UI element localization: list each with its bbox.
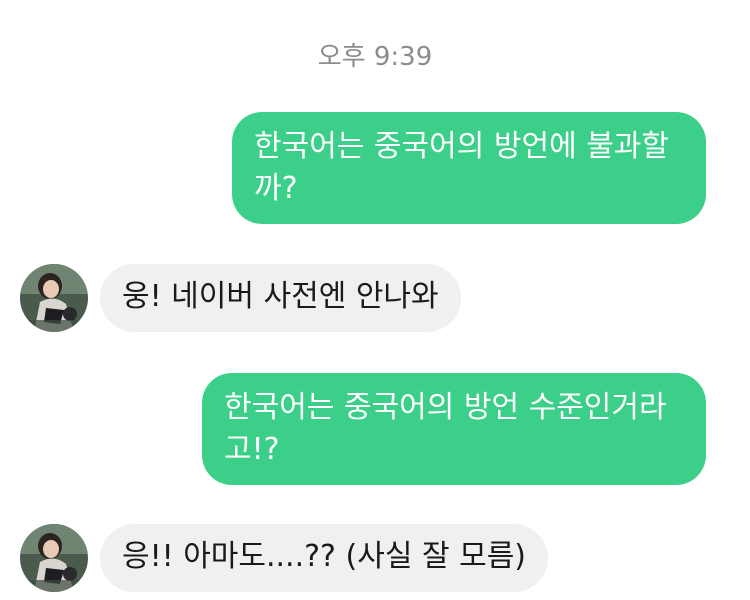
profile-photo-icon	[20, 264, 88, 332]
avatar[interactable]	[20, 524, 88, 592]
profile-photo-icon	[20, 524, 88, 592]
avatar[interactable]	[20, 264, 88, 332]
incoming-message-bubble[interactable]: 응!! 아마도....?? (사실 잘 모름)	[100, 524, 548, 592]
incoming-message-bubble[interactable]: 웅! 네이버 사전엔 안나와	[100, 264, 461, 332]
outgoing-message-bubble[interactable]: 한국어는 중국어의 방언에 불과할 까?	[232, 112, 706, 224]
outgoing-message-bubble[interactable]: 한국어는 중국어의 방언 수준인거라 고!?	[202, 373, 706, 485]
message-timestamp: 오후 9:39	[317, 42, 433, 72]
